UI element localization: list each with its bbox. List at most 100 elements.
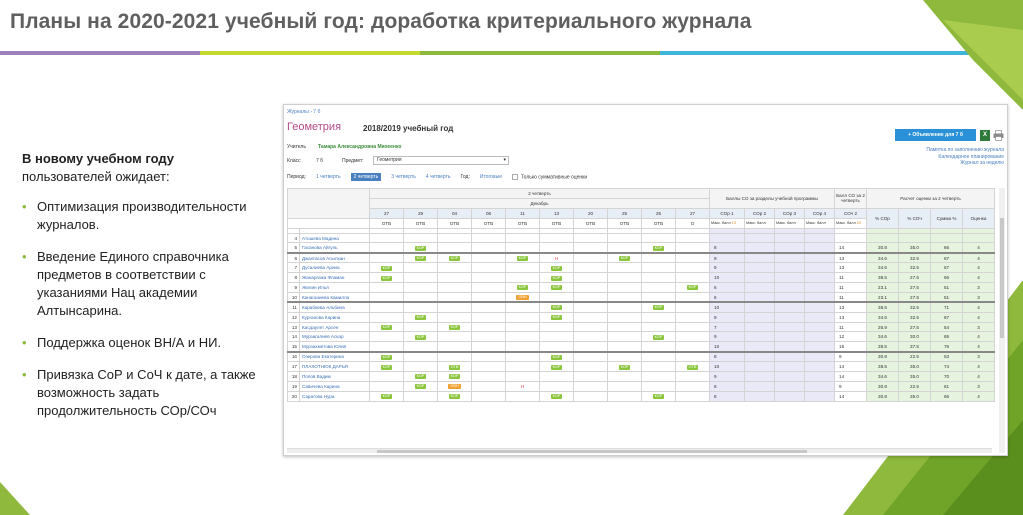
grade-cell[interactable] [607,390,642,402]
grade-cell[interactable] [471,272,506,284]
grade-cell[interactable] [539,321,574,333]
day-header[interactable]: 27 [369,207,404,219]
grade-cell[interactable]: КОР [641,390,676,402]
grade-cell[interactable]: КОР [641,242,676,254]
grade-cell[interactable]: ОТВ [674,361,711,373]
grade-cell[interactable] [471,251,506,264]
grade-cell[interactable] [505,262,540,274]
grade-mark[interactable]: КОР [414,256,427,262]
link-week-journal[interactable]: Журнал за неделю [926,160,1004,167]
grade-cell[interactable] [471,242,506,254]
student-name[interactable]: Гасанова Айгуль [299,242,370,254]
grade-cell[interactable] [674,331,711,343]
grade-cell[interactable] [369,331,404,343]
student-name[interactable]: Курганова Карина [299,311,370,323]
grade-cell[interactable] [437,262,472,274]
student-name[interactable]: Дусалиева Арина [299,262,370,274]
grade-cell[interactable] [471,390,506,402]
grade-cell[interactable] [607,301,642,313]
grade-cell[interactable]: ОВН [505,291,540,303]
grade-cell[interactable]: КОР [403,371,438,382]
grade-cell[interactable] [403,361,438,373]
grade-cell[interactable] [505,371,540,382]
grade-cell[interactable] [573,262,608,274]
grade-cell[interactable] [641,371,676,382]
grade-cell[interactable] [437,331,472,343]
grade-cell[interactable] [573,272,608,284]
grade-cell[interactable] [369,282,404,293]
grade-cell[interactable]: КОР [539,311,574,323]
grade-mark[interactable]: КОР [618,256,631,262]
grade-mark[interactable]: ОТВ [686,364,699,370]
grade-cell[interactable]: КОР [437,251,472,264]
grade-cell[interactable]: КОР [369,350,404,363]
grade-cell[interactable]: ОТВ [437,361,472,373]
grade-mark[interactable]: КОР [414,384,427,390]
grade-cell[interactable]: КОР [607,251,642,264]
grade-cell[interactable] [437,350,472,363]
grade-mark[interactable]: ОТВ [448,364,461,370]
grade-mark[interactable]: КОР [550,285,563,291]
grade-cell[interactable] [369,341,404,353]
grade-cell[interactable] [471,291,506,303]
grade-mark[interactable]: КОР [448,394,461,400]
grade-cell[interactable] [437,311,472,323]
grade-cell[interactable] [471,232,506,244]
day-header[interactable]: 20 [573,207,608,219]
grade-cell[interactable] [607,282,642,293]
grade-cell[interactable] [437,301,472,313]
grade-cell[interactable]: КОР [539,361,574,373]
grade-cell[interactable] [505,331,540,343]
student-name[interactable]: Жилин Илья [299,282,370,293]
grade-cell[interactable] [539,341,574,353]
grade-cell[interactable] [369,301,404,313]
student-name[interactable]: Мурзахметова Юлия [299,341,370,353]
grade-cell[interactable]: КОР [505,282,540,293]
grade-cell[interactable] [437,341,472,353]
grade-cell[interactable] [573,251,608,264]
grade-mark[interactable]: КОР [652,394,665,400]
grade-mark[interactable]: КОР [414,374,427,380]
grade-cell[interactable] [674,371,711,382]
grade-cell[interactable] [674,321,711,333]
grade-cell[interactable] [607,242,642,254]
grade-cell[interactable] [369,251,404,264]
student-name[interactable]: Попов Вадим [299,371,370,382]
grade-mark[interactable]: ОВН [516,295,529,301]
grade-cell[interactable]: КОР [641,301,676,313]
grade-cell[interactable] [573,331,608,343]
grade-mark[interactable]: Н [519,384,526,389]
grade-cell[interactable] [505,301,540,313]
grade-mark[interactable]: КОР [550,354,563,360]
day-header[interactable]: 25 [641,207,676,219]
grade-cell[interactable] [674,251,711,264]
grade-cell[interactable] [607,272,642,284]
vertical-scrollbar[interactable] [999,188,1005,453]
day-header[interactable]: 25 [607,207,642,219]
grade-cell[interactable] [437,272,472,284]
grade-cell[interactable] [573,301,608,313]
grade-cell[interactable] [369,371,404,382]
grade-cell[interactable]: КОР [437,390,472,402]
grade-cell[interactable] [505,232,540,244]
grade-mark[interactable]: КОР [516,285,529,291]
grade-cell[interactable] [607,380,642,392]
link-calendar-plan[interactable]: Календарное планирование [926,154,1004,161]
grade-cell[interactable] [505,311,540,323]
grade-mark[interactable]: КОР [448,325,461,331]
grade-cell[interactable] [674,242,711,254]
grade-cell[interactable]: КОР [539,262,574,274]
day-header[interactable]: 04 [437,207,472,219]
student-name[interactable]: Жанаргажа Фламан [299,272,370,284]
vertical-scroll-thumb[interactable] [1000,218,1004,338]
grade-cell[interactable] [403,262,438,274]
grade-cell[interactable]: ОВН [437,380,472,392]
grade-mark[interactable]: КОР [550,364,563,370]
grade-cell[interactable] [573,341,608,353]
student-name[interactable]: Саратова Нура [299,390,370,402]
grade-cell[interactable] [505,272,540,284]
grade-cell[interactable] [471,350,506,363]
grade-cell[interactable] [505,361,540,373]
grade-cell[interactable] [641,361,676,373]
grade-mark[interactable]: КОР [448,374,461,380]
